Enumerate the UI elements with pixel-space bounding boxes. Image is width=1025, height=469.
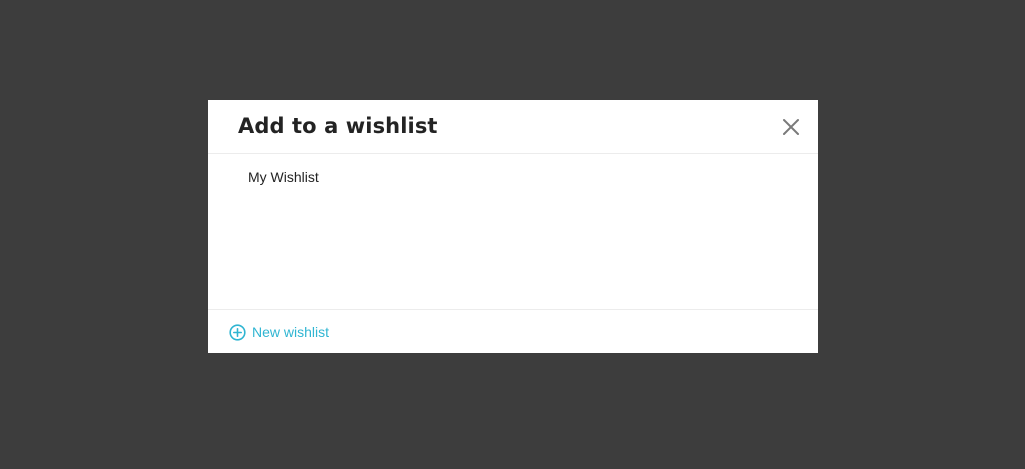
modal-footer: New wishlist [208,309,818,353]
new-wishlist-label: New wishlist [252,324,330,340]
wishlist-list: My Wishlist [208,154,818,309]
plus-circle-icon [229,323,246,341]
close-icon [780,116,802,138]
wishlist-item-my-wishlist[interactable]: My Wishlist [248,169,319,185]
modal-title: Add to a wishlist [238,114,438,138]
new-wishlist-button[interactable]: New wishlist [229,322,329,342]
close-button[interactable] [780,116,802,138]
modal-header: Add to a wishlist [208,100,818,154]
add-to-wishlist-modal: Add to a wishlist My Wishlist New wishli… [208,100,818,353]
